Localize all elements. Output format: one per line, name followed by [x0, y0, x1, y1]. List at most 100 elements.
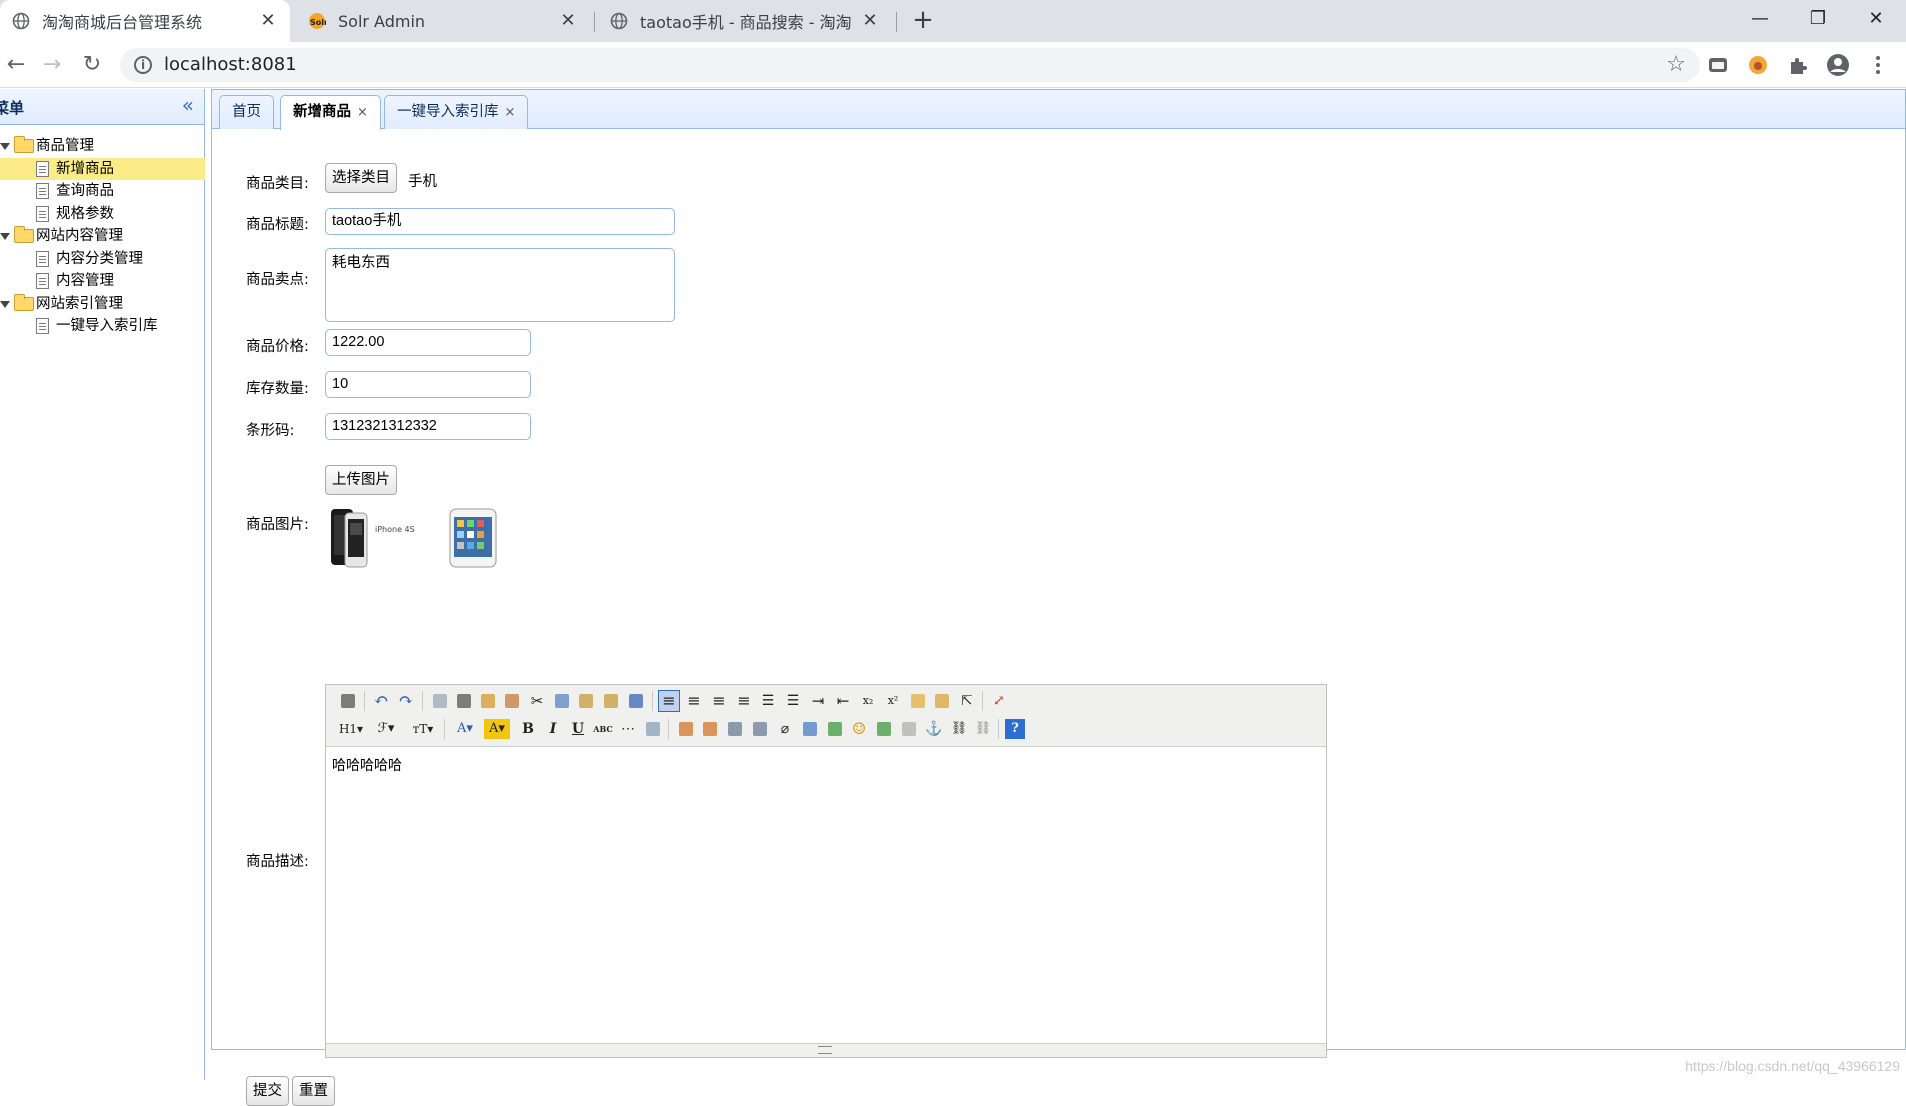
code-icon[interactable]: [502, 691, 522, 711]
close-tab-icon[interactable]: ×: [357, 97, 368, 129]
editor-content[interactable]: 哈哈哈哈哈: [332, 755, 402, 775]
align-center-icon[interactable]: ≡: [684, 691, 704, 711]
eraser-icon[interactable]: [643, 719, 663, 739]
italic-icon[interactable]: I: [543, 719, 563, 739]
price-input[interactable]: 1222.00: [325, 329, 531, 356]
redo-icon[interactable]: ↷: [396, 691, 416, 711]
site-info-icon[interactable]: i: [134, 56, 152, 74]
background-color-icon[interactable]: A▾: [484, 719, 510, 739]
expand-toggle-icon[interactable]: [0, 233, 10, 240]
font-family-dropdown[interactable]: ℱ▾: [372, 719, 400, 739]
page-break-icon[interactable]: [899, 719, 919, 739]
tree-item-spec-params[interactable]: 规格参数: [0, 203, 205, 226]
undo-icon[interactable]: ↶: [371, 691, 391, 711]
font-size-dropdown[interactable]: тT▾: [408, 719, 438, 739]
extension-fox-icon[interactable]: [1746, 53, 1770, 77]
tree-item-content-category[interactable]: 内容分类管理: [0, 248, 205, 271]
new-tab-button[interactable]: +: [908, 6, 938, 36]
insert-image-icon[interactable]: [676, 719, 696, 739]
unordered-list-icon[interactable]: ☰: [783, 691, 803, 711]
select-category-button[interactable]: 选择类目: [325, 163, 397, 193]
extensions-puzzle-icon[interactable]: [1786, 53, 1810, 77]
tree-item-import-index[interactable]: 一键导入索引库: [0, 315, 205, 338]
close-tab-icon[interactable]: ✕: [556, 9, 580, 33]
close-tab-icon[interactable]: ✕: [256, 9, 280, 33]
expand-toggle-icon[interactable]: [0, 300, 10, 308]
template-icon[interactable]: [478, 691, 498, 711]
sell-point-textarea[interactable]: 耗电东西: [325, 248, 675, 322]
window-close-button[interactable]: ✕: [1848, 0, 1904, 38]
insert-flash-icon[interactable]: [725, 719, 745, 739]
preview-icon[interactable]: [430, 691, 450, 711]
browser-tab-solr[interactable]: Solr Solr Admin ✕: [296, 0, 590, 42]
source-code-icon[interactable]: [338, 691, 358, 711]
tab-add-product[interactable]: 新增商品 ×: [280, 95, 381, 130]
print-icon[interactable]: [454, 691, 474, 711]
extension-tab-icon[interactable]: [1706, 53, 1730, 77]
tree-folder-index[interactable]: 网站索引管理: [0, 293, 205, 316]
title-input[interactable]: taotao手机: [325, 208, 675, 235]
align-justify-icon[interactable]: ≡: [734, 691, 754, 711]
help-icon[interactable]: ?: [1005, 719, 1025, 739]
fullscreen-icon[interactable]: ⤢: [989, 691, 1009, 711]
reset-button[interactable]: 重置: [292, 1076, 335, 1106]
align-right-icon[interactable]: ≡: [709, 691, 729, 711]
tree-item-add-product[interactable]: 新增商品: [0, 157, 205, 180]
address-url[interactable]: localhost:8081: [164, 48, 297, 82]
font-color-icon[interactable]: A▾: [452, 719, 478, 739]
insert-table-icon[interactable]: [800, 719, 820, 739]
attachment-icon[interactable]: ⌀: [775, 719, 795, 739]
close-tab-icon[interactable]: ×: [505, 97, 516, 129]
expand-toggle-icon[interactable]: [0, 143, 10, 150]
minimize-button[interactable]: —: [1732, 0, 1788, 38]
baidu-map-icon[interactable]: [874, 719, 894, 739]
anchor-icon[interactable]: ⚓: [924, 719, 944, 739]
copy-icon[interactable]: [552, 691, 572, 711]
select-all-icon[interactable]: ⇱: [957, 691, 977, 711]
bold-icon[interactable]: B: [518, 719, 538, 739]
resize-handle-icon[interactable]: [818, 1046, 832, 1054]
heading-dropdown[interactable]: H1▾: [336, 719, 366, 739]
close-tab-icon[interactable]: ✕: [858, 9, 882, 33]
outdent-icon[interactable]: ⇤: [833, 691, 853, 711]
upload-image-button[interactable]: 上传图片: [325, 465, 397, 495]
cut-icon[interactable]: ✂: [527, 691, 547, 711]
strikethrough-icon[interactable]: ABC: [593, 719, 613, 739]
browser-tab-admin[interactable]: 淘淘商城后台管理系统 ✕: [0, 0, 290, 42]
browser-tab-search[interactable]: taotao手机 - 商品搜索 - 淘淘 ✕: [598, 0, 892, 42]
profile-avatar-icon[interactable]: [1826, 53, 1850, 77]
tree-folder-product[interactable]: 商品管理: [0, 135, 205, 158]
editor-body[interactable]: 哈哈哈哈哈: [326, 747, 1326, 1043]
restore-button[interactable]: ❐: [1790, 0, 1846, 38]
insert-multi-image-icon[interactable]: [700, 719, 720, 739]
line-height-icon[interactable]: ⋯: [618, 719, 638, 739]
stock-input[interactable]: 10: [325, 371, 531, 398]
emoticon-icon[interactable]: ☺: [849, 719, 869, 739]
address-bar[interactable]: i localhost:8081 ☆: [120, 48, 1700, 82]
tree-item-content-manage[interactable]: 内容管理: [0, 270, 205, 293]
clear-format-icon[interactable]: [908, 691, 928, 711]
unlink-icon[interactable]: ⛓: [973, 719, 993, 739]
browser-menu-icon[interactable]: [1866, 53, 1890, 77]
forward-button[interactable]: →: [36, 49, 68, 81]
barcode-input[interactable]: 1312321312332: [325, 413, 531, 440]
insert-media-icon[interactable]: [750, 719, 770, 739]
product-image-2[interactable]: [448, 507, 500, 569]
align-left-icon[interactable]: ≡: [658, 690, 680, 712]
superscript-icon[interactable]: x²: [883, 691, 903, 711]
paste-icon[interactable]: [576, 691, 596, 711]
link-icon[interactable]: ⛓: [949, 719, 969, 739]
underline-icon[interactable]: U: [568, 719, 588, 739]
product-image-1[interactable]: iPhone 4S: [327, 507, 417, 569]
collapse-sidebar-icon[interactable]: «: [182, 95, 194, 115]
tree-folder-content[interactable]: 网站内容管理: [0, 225, 205, 248]
tree-item-query-product[interactable]: 查询商品: [0, 180, 205, 203]
quick-format-icon[interactable]: [932, 691, 952, 711]
back-button[interactable]: ←: [0, 49, 32, 81]
paste-word-icon[interactable]: [626, 691, 646, 711]
tab-import-index[interactable]: 一键导入索引库 ×: [384, 95, 529, 129]
tab-home[interactable]: 首页: [219, 95, 274, 129]
subscript-icon[interactable]: x₂: [858, 691, 878, 711]
bookmark-star-icon[interactable]: ☆: [1666, 48, 1686, 82]
reload-button[interactable]: ↻: [76, 49, 108, 81]
